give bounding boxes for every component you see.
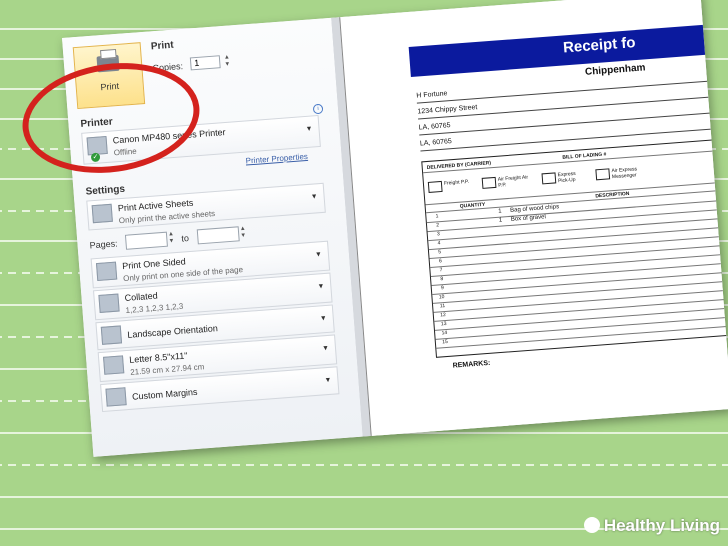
print-preview: Receipt fo Chippenham H Fortune 1234 Chi… [331,0,728,452]
print-section-title: Print [150,39,175,53]
receipt-subtitle: Chippenham [584,62,646,78]
pages-to-spinner[interactable]: ▲ ▼ [240,226,247,240]
watermark-text: Healthy Living [603,516,720,535]
setting-title: Print One Sided [121,256,187,272]
row-number: 5 [438,249,442,256]
chevron-down-icon: ▼ [319,314,328,323]
row-number: 6 [438,258,443,265]
option-label: Air Freight Air P.P. [497,174,529,189]
chevron-down-icon: ▼ [321,344,330,353]
receipt-name: H Fortune [416,90,448,100]
info-icon[interactable]: i [312,103,324,115]
chevron-down-icon: ▼ [317,283,325,291]
row-number: 4 [437,240,441,247]
receipt-item-desc: Box of gravel [510,214,547,223]
row-number: 2 [436,222,440,229]
row-number: 7 [439,267,443,274]
setting-subtitle: 1,2,3 1,2,3 1,2,3 [125,301,184,315]
pages-to-label: to [181,233,190,244]
settings-section-title: Settings [85,183,126,198]
receipt-item-qty: 1 [498,208,502,215]
paper-line [0,496,728,498]
copies-input[interactable]: 1 [189,55,221,71]
setting-title: Collated [124,290,158,304]
chevron-down-icon: ▼ [305,125,313,133]
pages-label: Pages: [89,238,118,251]
copies-spinner[interactable]: ▲ ▼ [224,54,231,68]
receipt-page: Receipt fo Chippenham H Fortune 1234 Chi… [338,0,728,452]
row-number: 3 [436,231,441,238]
checkbox [541,172,557,185]
chevron-down-icon: ▼ [314,251,323,259]
setting-title: Landscape Orientation [127,323,219,340]
option-label: Express Pick-Up [557,170,576,185]
pages-to-input[interactable] [196,226,240,245]
option-label: Air Express Messenger [611,166,638,181]
watermark: Healthy Living [583,516,720,536]
row-number: 12 [440,312,447,319]
pages-from-spinner[interactable]: ▲ ▼ [168,231,175,245]
checkbox [481,176,497,189]
setting-title: Letter 8.5"x11" [128,350,188,365]
row-number: 1 [435,213,439,220]
collate-icon [98,293,120,313]
receipt-item-qty: 1 [498,217,503,224]
sheets-icon [91,203,113,224]
margins-icon [105,387,127,407]
setting-subtitle: 21.59 cm x 27.94 cm [129,362,205,377]
logo-icon [583,517,600,533]
chevron-down-icon: ▼ [324,376,332,385]
row-number: 15 [442,338,449,346]
paper-line [0,464,728,466]
pages-from-input[interactable] [124,231,168,250]
setting-title: Custom Margins [131,386,198,402]
row-number: 11 [439,303,446,310]
receipt-city: LA, 60765 [418,122,451,132]
row-number: 14 [441,329,448,337]
printer-properties-link[interactable]: Printer Properties [245,152,308,166]
row-number: 13 [440,320,447,328]
option-label: Freight P.P. [443,178,470,187]
receipt-table: DELIVERED BY (CARRIER) BILL OF LADING # … [421,138,728,358]
row-number: 8 [440,276,444,283]
chevron-down-icon: ▼ [310,193,318,201]
receipt-zip: LA, 60765 [419,138,453,148]
row-number: 10 [438,294,445,301]
paper-icon [103,355,125,375]
receipt-remarks: REMARKS: [452,359,491,370]
landscape-icon [100,325,123,345]
page-icon [95,261,118,282]
checkbox [595,168,611,181]
checkbox [427,180,443,193]
row-number: 9 [440,285,445,292]
